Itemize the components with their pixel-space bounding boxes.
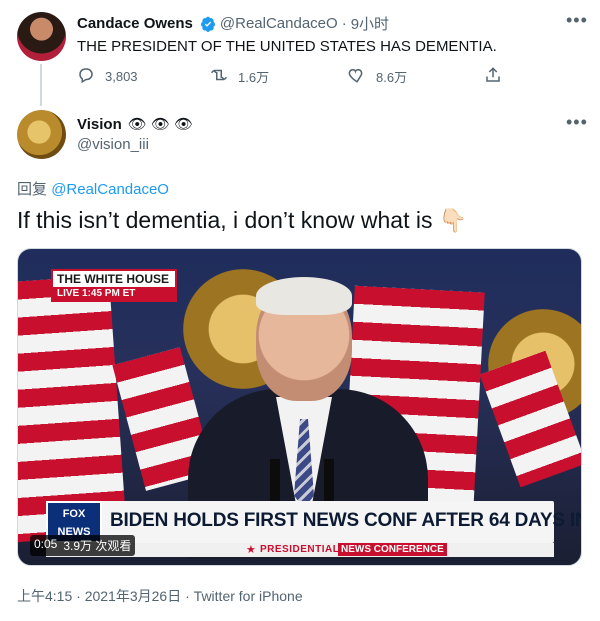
parent-tweet-header: Candace Owens @RealCandaceO · 9小时 bbox=[77, 13, 389, 34]
avatar-candace-owens[interactable] bbox=[17, 12, 66, 61]
badge-live: LIVE 1:45 PM ET bbox=[53, 287, 175, 300]
reply-action[interactable]: 3,803 bbox=[77, 66, 138, 87]
retweet-action[interactable]: 1.6万 bbox=[210, 66, 269, 87]
replying-prefix: 回复 bbox=[17, 181, 48, 198]
white-house-badge: THE WHITE HOUSE LIVE 1:45 PM ET bbox=[51, 269, 177, 302]
parent-tweet-text: THE PRESIDENT OF THE UNITED STATES HAS D… bbox=[77, 38, 497, 55]
video-timestamp-overlay: 0:05 3.9万 次观看 bbox=[30, 535, 136, 556]
verified-badge-icon bbox=[200, 16, 216, 32]
author-handle[interactable]: @vision_iii bbox=[77, 136, 149, 153]
tweet-date[interactable]: 2021年3月26日 bbox=[85, 588, 182, 604]
video-views: 3.9万 次观看 bbox=[63, 539, 132, 553]
video-time: 0:05 bbox=[34, 537, 58, 551]
replying-to: 回复 @RealCandaceO bbox=[17, 178, 169, 199]
reply-tweet-header: Vision 👁 👁 👁 bbox=[77, 115, 194, 134]
retweet-icon bbox=[210, 66, 228, 87]
reply-count: 3,803 bbox=[105, 69, 138, 84]
author-handle[interactable]: @RealCandaceO bbox=[220, 15, 338, 32]
heart-icon bbox=[348, 66, 366, 87]
badge-title: THE WHITE HOUSE bbox=[57, 272, 170, 286]
author-name[interactable]: Candace Owens bbox=[77, 15, 193, 32]
pointing-down-emoji: 👇🏻 bbox=[438, 207, 468, 233]
person-hair bbox=[256, 277, 352, 315]
tweet-time[interactable]: 上午4:15 bbox=[17, 588, 72, 604]
star-icon: ★ bbox=[246, 544, 256, 556]
bar-label-presidential: PRESIDENTIAL bbox=[260, 544, 340, 555]
tweet-client[interactable]: Twitter for iPhone bbox=[194, 588, 303, 604]
name-emojis: 👁 👁 👁 bbox=[127, 116, 194, 133]
share-action[interactable] bbox=[484, 66, 502, 87]
separator-dot: · bbox=[341, 15, 347, 32]
video-player[interactable]: THE WHITE HOUSE LIVE 1:45 PM ET FOX NEWS… bbox=[17, 248, 582, 566]
reply-tweet-text: If this isn’t dementia, i don’t know wha… bbox=[17, 207, 468, 234]
more-options-icon[interactable]: ••• bbox=[566, 10, 588, 31]
avatar-vision[interactable] bbox=[17, 110, 66, 159]
like-count: 8.6万 bbox=[376, 70, 408, 85]
more-options-icon[interactable]: ••• bbox=[566, 112, 588, 133]
share-icon bbox=[484, 66, 502, 87]
reply-text: If this isn’t dementia, i don’t know wha… bbox=[17, 207, 433, 233]
like-action[interactable]: 8.6万 bbox=[348, 66, 407, 87]
thread-connector bbox=[40, 64, 42, 106]
reply-icon bbox=[77, 66, 95, 87]
replying-to-link[interactable]: @RealCandaceO bbox=[51, 181, 169, 198]
retweet-count: 1.6万 bbox=[238, 70, 270, 85]
bar-label-news-conference: NEWS CONFERENCE bbox=[338, 543, 447, 556]
tweet-meta: 上午4:15 · 2021年3月26日 · Twitter for iPhone bbox=[17, 586, 303, 606]
news-headline: BIDEN HOLDS FIRST NEWS CONF AFTER 64 DAY… bbox=[110, 510, 582, 531]
separator-dot: · bbox=[76, 588, 81, 604]
author-name[interactable]: Vision bbox=[77, 116, 122, 133]
separator-dot: · bbox=[185, 588, 190, 604]
tweet-time[interactable]: 9小时 bbox=[351, 13, 389, 34]
